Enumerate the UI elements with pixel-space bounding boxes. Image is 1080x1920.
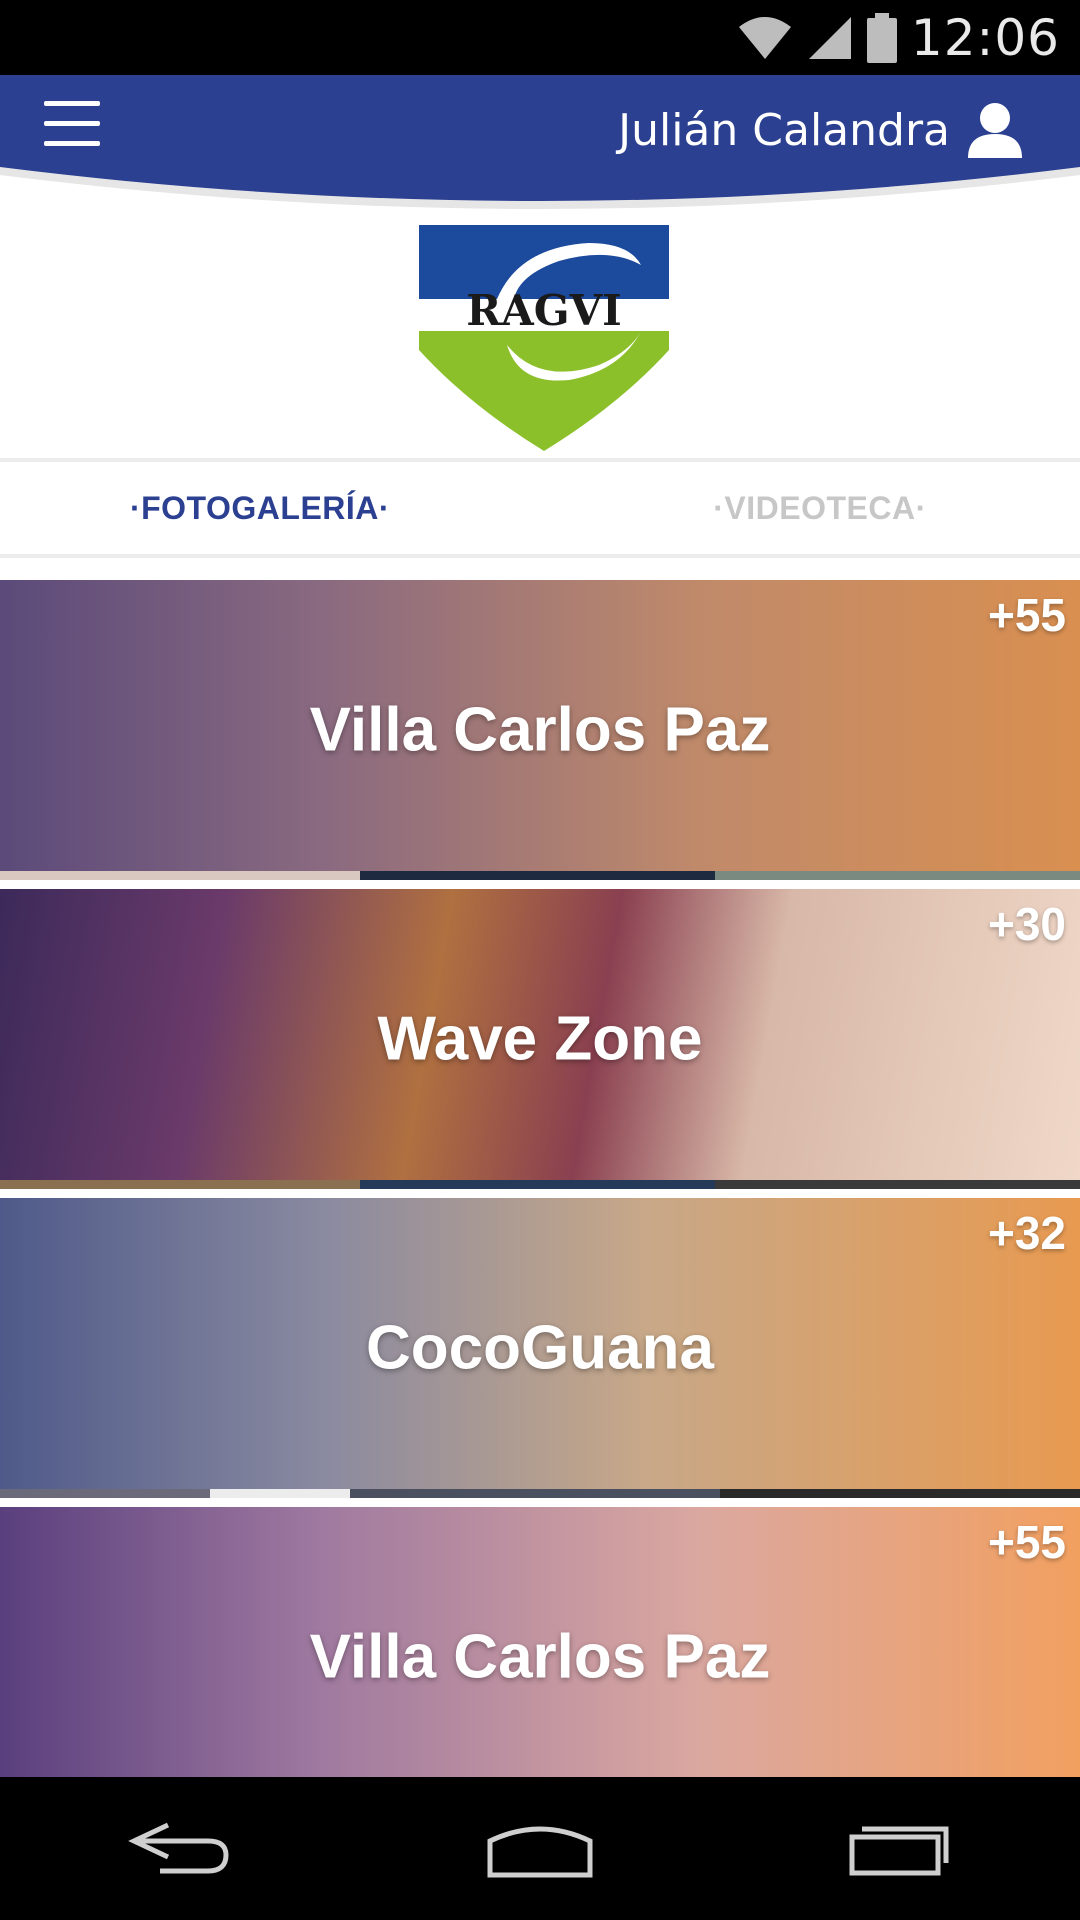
gallery-card-count: +30 [987,898,1066,950]
gallery-card[interactable]: Wave Zone +30 [0,889,1080,1189]
gallery-card-title: Villa Carlos Paz [309,1622,771,1692]
back-icon [128,1822,229,1873]
menu-button[interactable] [44,101,100,157]
gallery-card-count: +55 [987,1516,1066,1568]
user-icon [968,103,1022,158]
ragvi-logo: RAGVI [419,225,669,451]
tab-fotogaleria[interactable]: ·FOTOGALERÍA· [0,462,540,554]
status-bar: 12:06 [0,0,1080,75]
gallery-card-title: Wave Zone [377,1004,703,1074]
gallery-card-title: CocoGuana [366,1313,714,1383]
home-icon [487,1826,593,1877]
gallery-card-title: Villa Carlos Paz [309,695,771,765]
cell-signal-icon [808,17,851,59]
gallery-card[interactable]: CocoGuana +32 [0,1198,1080,1498]
recent-apps-icon [849,1826,949,1875]
recent-apps-button[interactable] [820,1799,980,1899]
gallery-card-count: +55 [987,589,1066,641]
wifi-icon [738,17,791,59]
user-name: Julián Calandra [618,104,950,156]
battery-icon [866,13,897,63]
tab-bar: ·FOTOGALERÍA· ·VIDEOTECA· [0,458,1080,558]
logo-text: RAGVI [466,286,622,335]
gallery-card-count: +32 [987,1207,1066,1259]
gallery-card[interactable]: Villa Carlos Paz +55 [0,1507,1080,1777]
status-time: 12:06 [910,9,1060,67]
photo-strip [0,871,1080,880]
status-icons: 12:06 [737,8,1060,68]
back-button[interactable] [100,1799,260,1899]
app-screen: Julián Calandra RAGVI ·FOTOGALERÍA· ·VID… [0,75,1080,1777]
gallery-list: Villa Carlos Paz +55 Wave Zone +30 CocoG… [0,580,1080,1777]
hamburger-menu-icon [44,101,100,146]
gallery-card[interactable]: Villa Carlos Paz +55 [0,580,1080,880]
user-profile-button[interactable]: Julián Calandra [618,95,1024,165]
photo-strip [0,1489,1080,1498]
photo-strip [0,1180,1080,1189]
tab-videoteca[interactable]: ·VIDEOTECA· [540,462,1080,554]
home-button[interactable] [460,1799,620,1899]
system-nav-bar [0,1777,1080,1920]
